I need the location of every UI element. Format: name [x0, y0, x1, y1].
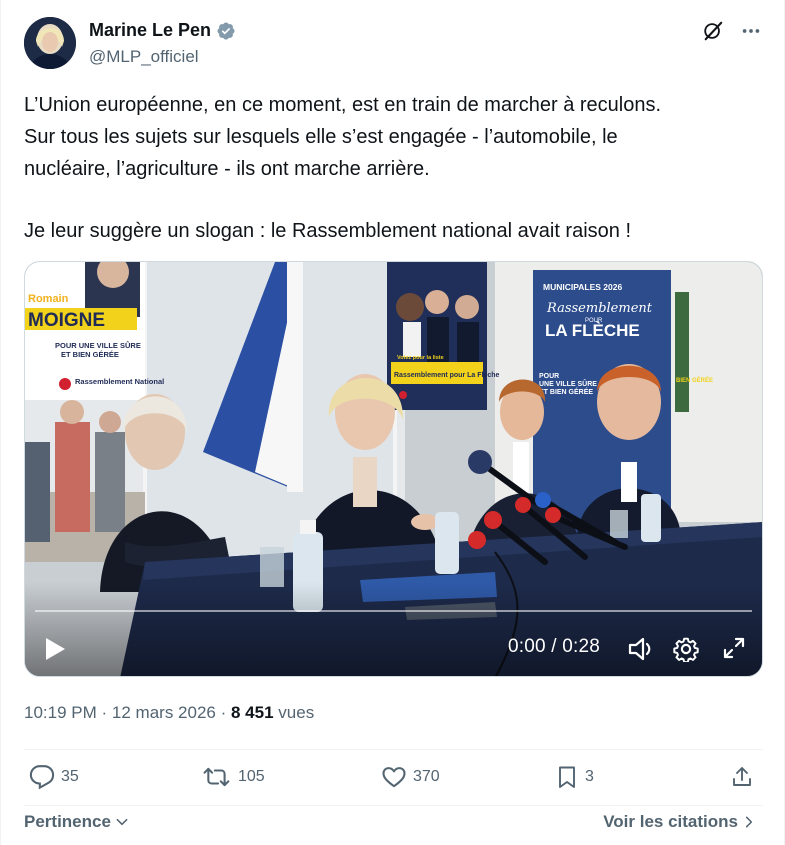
divider [24, 749, 763, 750]
poster-sub: POUR UNE VILLE SÛRE [55, 341, 141, 350]
poster-edge: BIEN GÉRÉE [676, 376, 713, 384]
bookmark-icon [559, 766, 575, 788]
poster-sub: UNE VILLE SÛRE [539, 379, 597, 388]
reply-count: 35 [61, 768, 79, 785]
bookmark-button[interactable]: 3 [555, 764, 594, 790]
poster-top: Votez pour la liste [397, 355, 444, 361]
more-icon[interactable] [740, 20, 762, 42]
play-icon[interactable] [43, 636, 67, 662]
author-handle[interactable]: @MLP_officiel [89, 47, 199, 67]
volume-muted-icon[interactable] [627, 636, 655, 662]
poster-top: MUNICIPALES 2026 [543, 282, 622, 292]
poster-name-top: Romain [28, 293, 69, 305]
like-button[interactable]: 370 [381, 764, 440, 790]
repost-count: 105 [238, 768, 265, 785]
tweet-meta: 10:19 PM · 12 mars 2026 · 8 451 vues [24, 703, 314, 723]
profile-photo-icon [24, 17, 76, 69]
poster-script: Rassemblement [546, 301, 653, 316]
author-name[interactable]: Marine Le Pen [89, 20, 211, 41]
share-icon [733, 767, 751, 786]
tweet-date[interactable]: 12 mars 2026 [112, 703, 216, 722]
chevron-down-icon [116, 818, 128, 826]
header-actions [702, 20, 762, 42]
poster-main: LA FLÈCHE [545, 321, 640, 340]
chevron-right-icon [745, 816, 753, 828]
reply-button[interactable]: 35 [29, 764, 79, 790]
video-frame: Romain MOIGNE POUR UNE VILLE SÛRE ET BIE… [25, 262, 762, 676]
views-count: 8 451 [231, 703, 274, 722]
tweet-line: Je leur suggère un slogan : le Rassemble… [24, 220, 632, 242]
repost-button[interactable]: 105 [202, 764, 265, 790]
action-bar: 35 105 370 3 [24, 764, 763, 798]
tweet-card: Marine Le Pen @MLP_officiel L’Union euro… [0, 0, 785, 845]
poster-sub: ET BIEN GÉRÉE [61, 350, 119, 359]
fullscreen-icon[interactable] [722, 636, 746, 660]
poster-sub: ET BIEN GÉRÉE [539, 387, 593, 396]
settings-gear-icon[interactable] [673, 636, 699, 662]
poster-main: Rassemblement pour La Flèche [394, 372, 500, 379]
meta-separator: · [101, 703, 108, 722]
tweet-line: L’Union européenne, en ce moment, est en… [24, 94, 662, 116]
poster-sub: POUR [539, 373, 559, 380]
quotes-label: Voir les citations [603, 812, 738, 831]
poster-name: MOIGNE [28, 310, 105, 331]
tweet-line: nucléaire, l’agriculture - ils ont march… [24, 158, 430, 180]
heart-icon [382, 767, 406, 788]
author-row: Marine Le Pen [89, 20, 236, 41]
meta-separator: · [220, 703, 227, 722]
sort-dropdown[interactable]: Pertinence [24, 812, 129, 832]
repost-icon [203, 767, 230, 787]
bookmark-count: 3 [585, 768, 594, 785]
like-count: 370 [413, 768, 440, 785]
sort-label: Pertinence [24, 812, 111, 831]
tweet-text: L’Union européenne, en ce moment, est en… [24, 89, 764, 247]
video-time: 0:00 / 0:28 [508, 636, 600, 657]
poster-brand: Rassemblement National [75, 377, 164, 386]
share-button[interactable] [730, 764, 754, 790]
divider [24, 805, 763, 806]
tweet-time[interactable]: 10:19 PM [24, 703, 97, 722]
quotes-link[interactable]: Voir les citations [603, 812, 756, 832]
grok-icon[interactable] [702, 20, 724, 42]
avatar[interactable] [24, 17, 76, 69]
video-progress-bar[interactable] [35, 610, 752, 612]
reply-icon [29, 765, 55, 790]
video-player[interactable]: Romain MOIGNE POUR UNE VILLE SÛRE ET BIE… [24, 261, 763, 677]
tweet-line: Sur tous les sujets sur lesquels elle s’… [24, 126, 618, 148]
views-label: vues [278, 703, 315, 722]
verified-badge-icon[interactable] [216, 21, 236, 41]
